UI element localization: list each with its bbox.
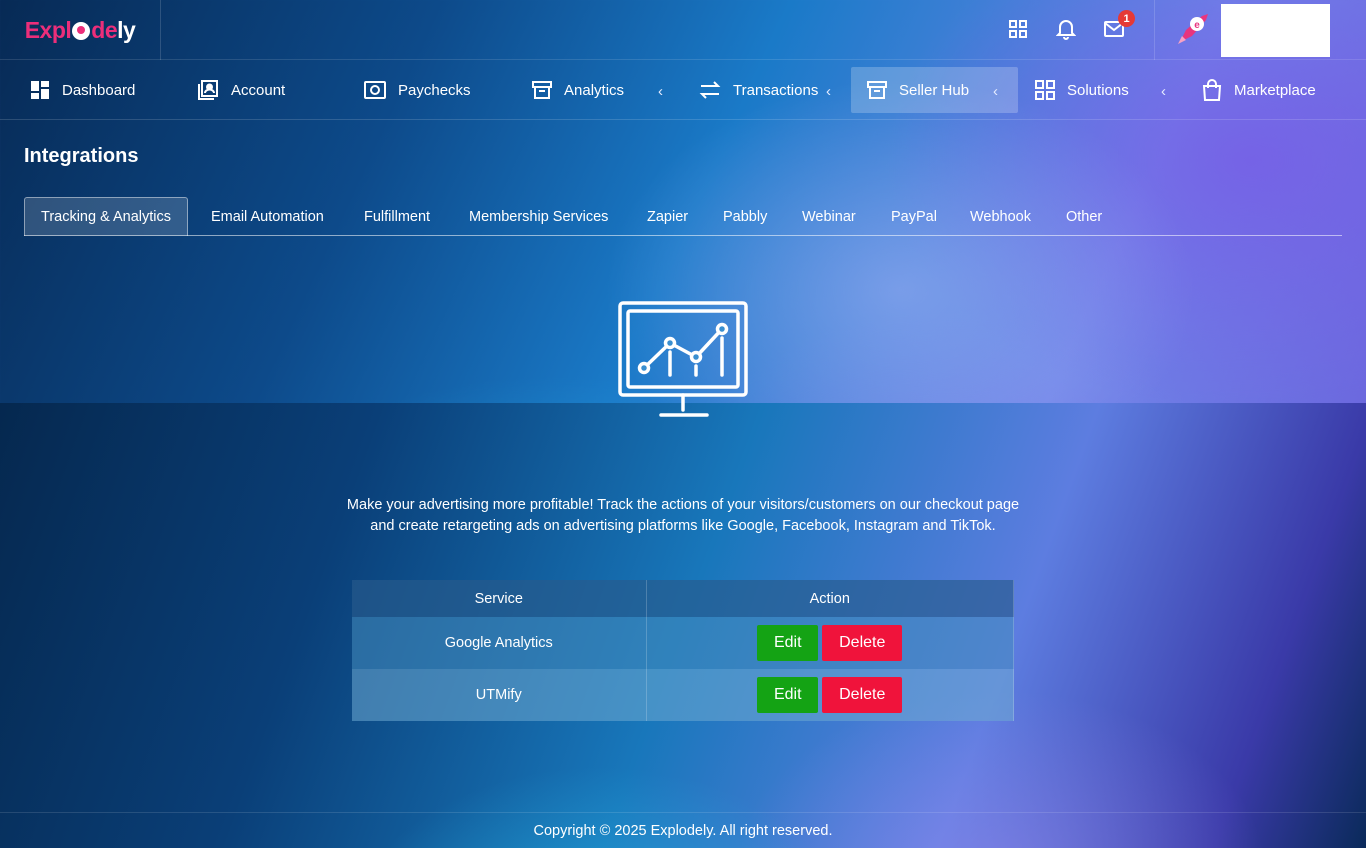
archive-icon [532,81,552,99]
tab-membership-services[interactable]: Membership Services [469,197,608,236]
service-name: Google Analytics [352,617,647,669]
nav-label: Analytics [564,81,625,99]
footer: Copyright © 2025 Explodely. All right re… [0,812,1366,848]
copyright-text: Copyright © 2025 Explodely. All right re… [533,823,833,839]
nav-marketplace[interactable]: Marketplace [1202,67,1316,113]
grid-icon [1035,80,1055,100]
paycheck-icon [364,81,386,99]
nav-transactions[interactable]: Transactions [699,67,818,113]
table-row: UTMify Edit Delete [352,669,1014,721]
delete-button[interactable]: Delete [822,625,903,661]
logo-text-part2: de [91,16,118,43]
main-nav: Dashboard Account Paychecks Analytics ‹ … [0,60,1366,120]
tab-pabbly[interactable]: Pabbly [723,197,767,236]
dashboard-icon [31,81,49,99]
bell-icon[interactable] [1053,16,1079,42]
integration-tabs: Tracking & Analytics Email Automation Fu… [24,197,1342,236]
nav-solutions[interactable]: Solutions [1035,67,1129,113]
tab-paypal[interactable]: PayPal [891,197,937,236]
service-name: UTMify [352,669,647,721]
action-cell: Edit Delete [646,669,1014,721]
tab-email-automation[interactable]: Email Automation [211,197,324,236]
analytics-chevron-icon[interactable]: ‹ [658,83,663,100]
tab-fulfillment[interactable]: Fulfillment [364,197,430,236]
nav-analytics[interactable]: Analytics [532,67,624,113]
tab-webhook[interactable]: Webhook [970,197,1031,236]
archive-icon [867,81,887,99]
account-icon [198,80,218,100]
tab-webinar[interactable]: Webinar [802,197,856,236]
nav-label: Seller Hub [899,81,970,99]
nav-label: Paychecks [398,81,471,99]
mail-badge: 1 [1118,10,1135,27]
table-header-row: Service Action [352,580,1014,617]
services-table: Service Action Google Analytics Edit Dele… [352,580,1014,721]
apps-grid-icon[interactable] [1005,16,1031,42]
column-header-service: Service [352,580,647,617]
edit-button[interactable]: Edit [757,677,819,713]
logo-container[interactable]: Expl dely [0,0,161,60]
delete-button[interactable]: Delete [822,677,903,713]
nav-label: Solutions [1067,81,1129,99]
nav-account[interactable]: Account [197,67,285,113]
logo-bomb-icon [72,21,91,40]
top-bar: Expl dely 1 e [0,0,1366,60]
user-profile-box[interactable] [1221,4,1330,57]
bag-icon [1202,79,1222,101]
page-title: Integrations [24,145,139,167]
top-divider [1154,0,1155,60]
explodely-logo[interactable]: Expl dely [25,17,136,44]
analytics-monitor-icon [617,300,749,420]
transactions-chevron-icon[interactable]: ‹ [826,83,831,100]
edit-button[interactable]: Edit [757,625,819,661]
mail-icon[interactable]: 1 [1101,10,1135,42]
seller-hub-chevron-icon[interactable]: ‹ [993,83,998,100]
logo-text-part1: Expl [24,16,72,43]
table-row: Google Analytics Edit Delete [352,617,1014,669]
integration-description: Make your advertising more profitable! T… [346,497,1020,534]
column-header-action: Action [646,580,1014,617]
tab-zapier[interactable]: Zapier [647,197,688,236]
svg-text:e: e [1194,20,1200,31]
nav-label: Marketplace [1234,81,1316,99]
nav-dashboard[interactable]: Dashboard [30,67,135,113]
nav-label: Dashboard [62,81,136,99]
logo-text-part3: ly [117,16,136,43]
nav-label: Account [231,81,286,99]
solutions-chevron-icon[interactable]: ‹ [1161,83,1166,100]
nav-paychecks[interactable]: Paychecks [364,67,471,113]
rocket-avatar-icon[interactable]: e [1172,10,1212,50]
transfer-icon [699,81,721,99]
nav-label: Transactions [733,81,819,99]
action-cell: Edit Delete [646,617,1014,669]
tab-tracking-analytics[interactable]: Tracking & Analytics [24,197,189,236]
tab-other[interactable]: Other [1066,197,1102,236]
